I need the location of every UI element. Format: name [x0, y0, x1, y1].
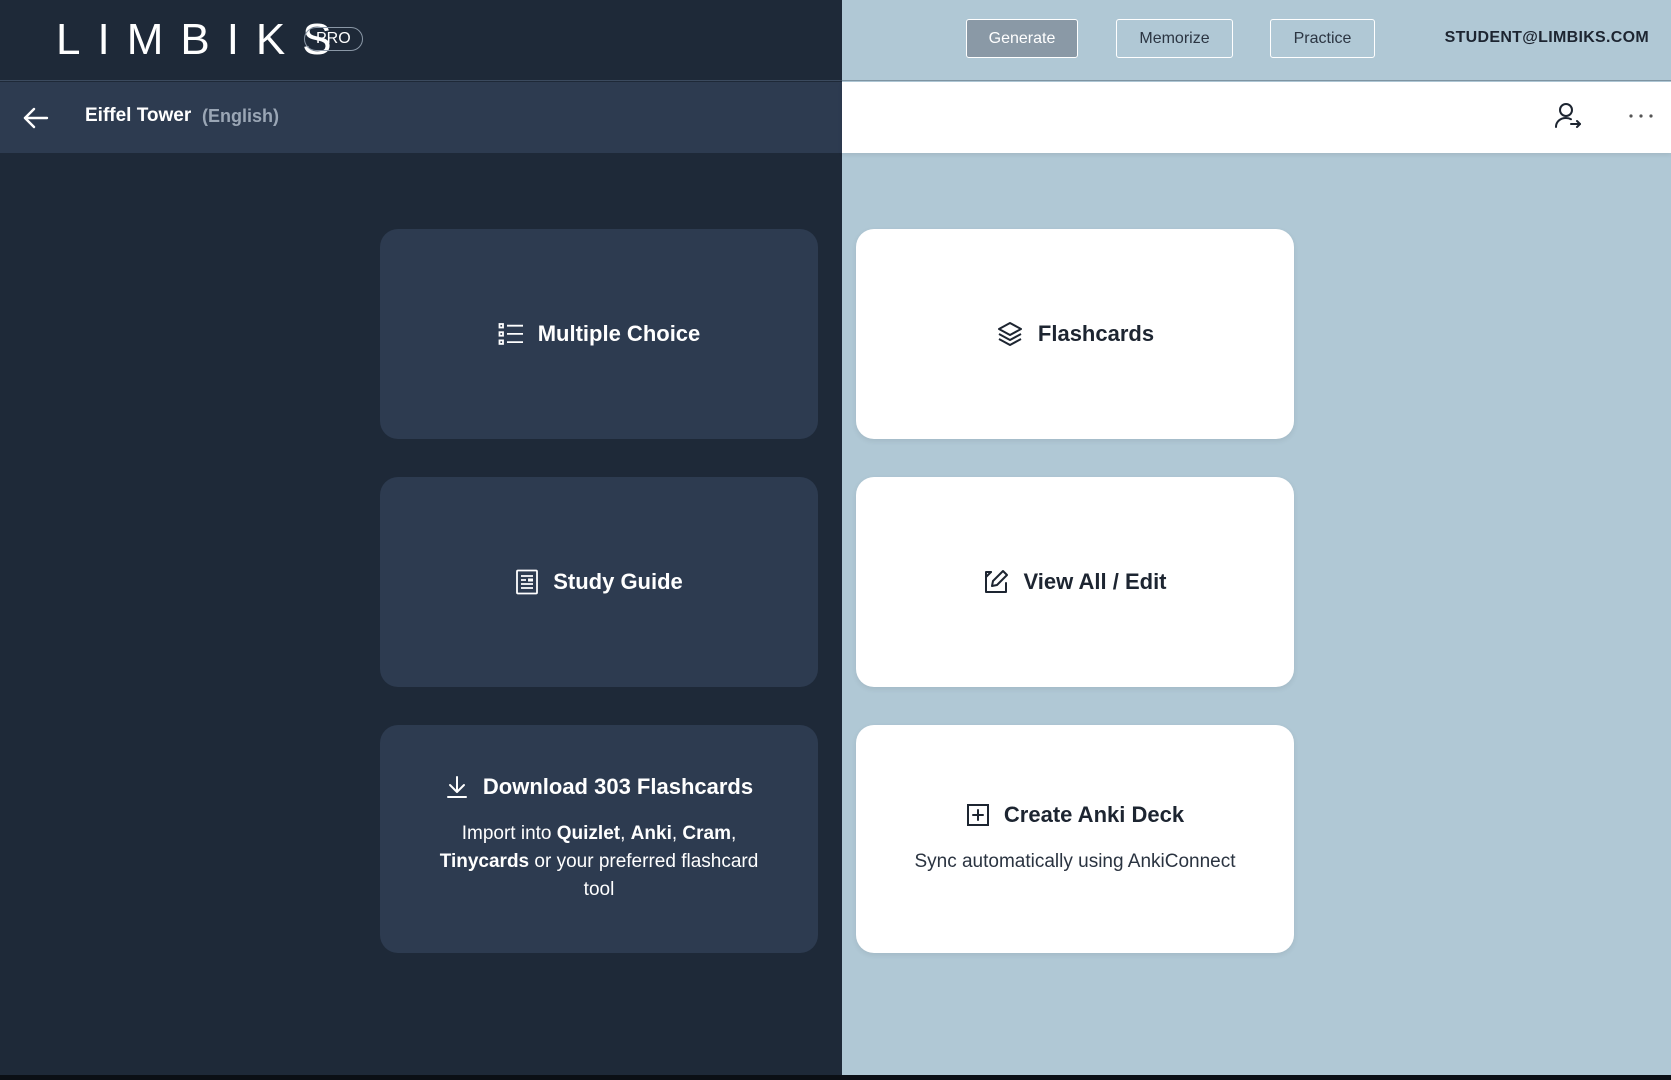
bottom-edge [0, 1075, 1671, 1080]
plus-square-icon [966, 803, 990, 827]
multiple-choice-card[interactable]: Multiple Choice [380, 229, 818, 439]
generate-button[interactable]: Generate [966, 19, 1078, 58]
deck-header: Eiffel Tower (English) [0, 82, 842, 153]
edit-icon [983, 569, 1009, 595]
deck-actions-bar [842, 82, 1671, 153]
practice-button[interactable]: Practice [1270, 19, 1375, 58]
ellipsis-icon[interactable] [1624, 100, 1658, 132]
card-title: Study Guide [553, 569, 683, 594]
download-description: Import into Quizlet, Anki, Cram, Tinycar… [439, 823, 759, 900]
user-share-icon[interactable] [1551, 100, 1583, 132]
top-bar-right: Generate Memorize Practice STUDENT@LIMBI… [842, 0, 1671, 81]
download-flashcards-card[interactable]: Download 303 Flashcards Import into Quiz… [380, 725, 818, 953]
memorize-button[interactable]: Memorize [1116, 19, 1233, 58]
flashcards-card[interactable]: Flashcards [856, 229, 1294, 439]
pro-badge: PRO [304, 27, 363, 51]
card-title: Multiple Choice [537, 321, 701, 346]
list-icon [498, 321, 524, 347]
arrow-left-icon[interactable] [22, 104, 50, 132]
layers-icon [996, 320, 1024, 348]
view-all-edit-card[interactable]: View All / Edit [856, 477, 1294, 687]
create-anki-deck-card[interactable]: Create Anki Deck Sync automatically usin… [856, 725, 1294, 953]
user-email[interactable]: STUDENT@LIMBIKS.COM [1445, 29, 1649, 47]
card-title: Create Anki Deck [1003, 802, 1185, 827]
top-bar-left: LIMBIKS PRO [0, 0, 842, 81]
card-title: Flashcards [1037, 321, 1155, 346]
card-title: Download 303 Flashcards [482, 774, 754, 799]
card-title: View All / Edit [1023, 569, 1167, 594]
document-icon [515, 569, 539, 595]
deck-language: (English) [202, 106, 279, 126]
download-icon [445, 775, 469, 799]
anki-description: Sync automatically using AnkiConnect [914, 851, 1236, 872]
study-guide-card[interactable]: Study Guide [380, 477, 818, 687]
deck-title: Eiffel Tower [85, 105, 192, 126]
